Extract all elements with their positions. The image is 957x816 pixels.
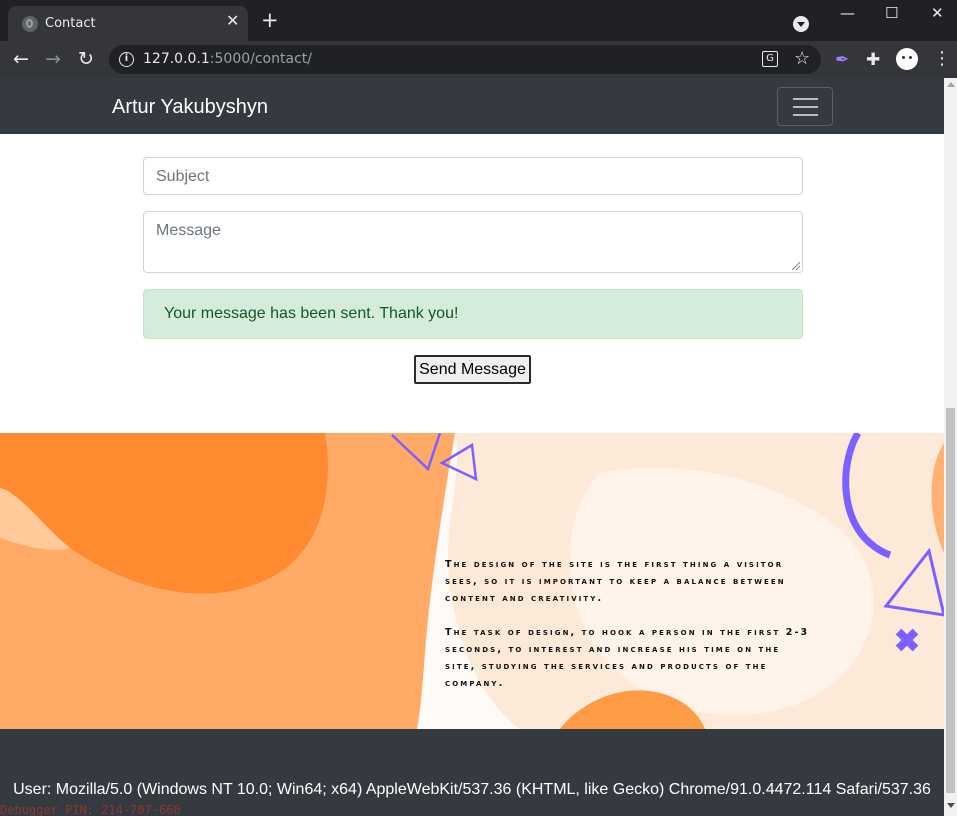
user-agent-text: User: Mozilla/5.0 (Windows NT 10.0; Win6… (13, 781, 931, 798)
url-text[interactable]: 127.0.0.1:5000/contact/ (143, 51, 312, 67)
banner-text: The design of the site is the first thin… (445, 556, 815, 709)
tab-title: Contact (45, 16, 96, 31)
new-tab-button[interactable]: + (261, 10, 279, 31)
close-window-button[interactable]: ✕ (931, 3, 944, 23)
tab-contact[interactable]: Contact ✕ (8, 6, 248, 41)
minimize-button[interactable]: — (840, 3, 855, 23)
reload-icon[interactable]: ↻ (78, 48, 94, 70)
banner-paragraph: The design of the site is the first thin… (445, 559, 786, 604)
profile-avatar[interactable] (896, 48, 918, 70)
subject-input[interactable]: Subject (143, 157, 803, 195)
hamburger-bar (793, 98, 818, 100)
design-banner: The design of the site is the first thin… (0, 433, 944, 729)
address-bar[interactable]: i 127.0.0.1:5000/contact/ G ☆ (109, 45, 821, 74)
tab-search-icon[interactable] (793, 16, 809, 32)
globe-icon (22, 16, 38, 32)
site-info-icon[interactable]: i (119, 52, 134, 67)
scroll-up-arrow-icon[interactable] (947, 82, 955, 87)
site-brand[interactable]: Artur Yakubyshyn (112, 95, 268, 119)
extensions-puzzle-icon[interactable]: ✚ (866, 50, 880, 70)
browser-window: Contact ✕ + — ☐ ✕ ← → ↻ i 127.0.0.1:5000… (0, 0, 957, 816)
site-navbar: Artur Yakubyshyn (0, 78, 944, 134)
scroll-thumb[interactable] (946, 408, 955, 793)
bookmark-star-icon[interactable]: ☆ (794, 48, 810, 70)
success-alert: Your message has been sent. Thank you! (143, 289, 803, 339)
message-placeholder: Message (156, 222, 221, 239)
debugger-pin-text: Debugger PIN: 214-707-660 (0, 803, 181, 816)
resize-grip-icon[interactable] (792, 262, 800, 270)
maximize-button[interactable]: ☐ (885, 3, 898, 23)
browser-toolbar: ← → ↻ i 127.0.0.1:5000/contact/ G ☆ ✒ ✚ … (0, 41, 957, 78)
close-tab-icon[interactable]: ✕ (226, 13, 239, 29)
send-message-button[interactable]: Send Message (414, 355, 531, 384)
kebab-menu-icon[interactable]: ⋮ (933, 50, 951, 68)
feather-extension-icon[interactable]: ✒ (835, 50, 849, 70)
hamburger-bar (793, 114, 818, 116)
hamburger-menu-button[interactable] (777, 87, 833, 126)
page-scrollbar[interactable] (944, 78, 957, 816)
forward-icon[interactable]: → (45, 48, 61, 70)
page-viewport: Artur Yakubyshyn Subject Message Your me… (0, 78, 944, 816)
back-icon[interactable]: ← (13, 48, 29, 70)
translate-icon[interactable]: G (762, 51, 778, 67)
tab-strip: Contact ✕ + — ☐ ✕ (0, 0, 957, 41)
hamburger-bar (793, 106, 818, 108)
banner-paragraph: The task of design, to hook a person in … (445, 627, 810, 689)
message-textarea[interactable]: Message (143, 211, 803, 273)
scroll-down-arrow-icon[interactable] (947, 803, 955, 808)
